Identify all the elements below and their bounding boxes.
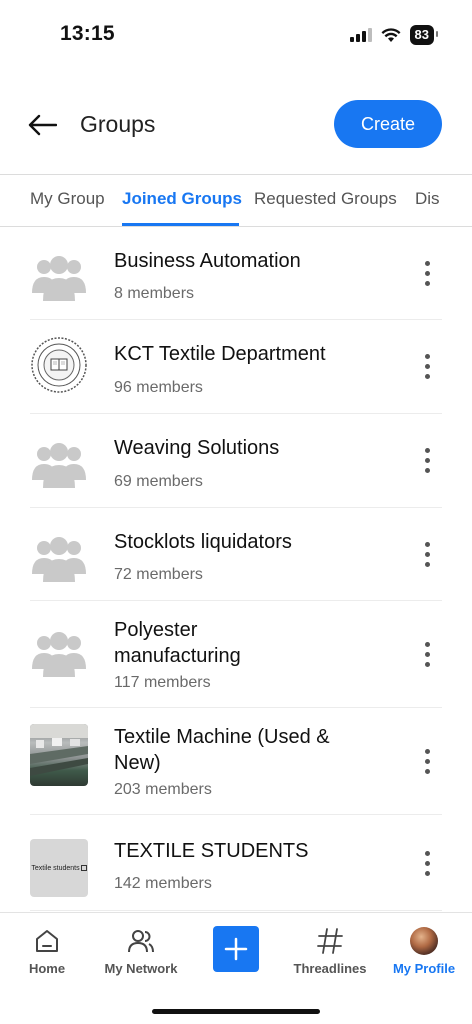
nav-threadlines[interactable]: Threadlines <box>285 925 375 976</box>
group-name: Textile Machine (Used & New) <box>114 726 330 774</box>
more-options-button[interactable] <box>412 440 442 480</box>
hashtag-icon <box>317 928 343 954</box>
college-seal-avatar <box>30 336 88 394</box>
more-options-button[interactable] <box>412 634 442 674</box>
more-options-button[interactable] <box>412 253 442 293</box>
group-name: Stocklots liquidators <box>114 531 292 553</box>
home-icon <box>36 930 58 952</box>
more-options-button[interactable] <box>412 346 442 386</box>
nav-threadlines-label: Threadlines <box>293 961 367 976</box>
nav-network-label: My Network <box>104 961 178 976</box>
create-post-button[interactable] <box>213 926 259 972</box>
group-member-count: 72 members <box>114 566 203 583</box>
more-options-button[interactable] <box>412 741 442 781</box>
arrow-left-icon <box>28 114 57 136</box>
active-tab-indicator <box>122 223 239 226</box>
list-item[interactable]: Weaving Solutions 69 members <box>30 414 442 508</box>
status-bar: 13:15 83 <box>0 0 472 70</box>
more-options-button[interactable] <box>412 534 442 574</box>
list-item[interactable]: Business Automation 8 members <box>30 227 442 320</box>
list-item[interactable]: KCT Textile Department 96 members <box>30 320 442 414</box>
status-time: 13:15 <box>60 22 115 45</box>
group-member-count: 8 members <box>114 285 195 302</box>
plus-icon <box>224 937 248 961</box>
status-icons: 83 <box>349 25 439 45</box>
text-image-avatar: Textile students <box>30 839 88 897</box>
back-button[interactable] <box>24 107 60 143</box>
machine-photo-avatar <box>30 724 88 786</box>
tab-requested-groups[interactable]: Requested Groups <box>254 189 397 209</box>
group-member-count: 117 members <box>114 674 211 691</box>
group-name: Weaving Solutions <box>114 437 280 459</box>
group-name: KCT Textile Department <box>114 343 326 365</box>
nav-home-label: Home <box>28 961 66 976</box>
group-name: Polyester manufacturing <box>114 619 241 667</box>
seal-logo <box>31 337 87 393</box>
profile-avatar <box>410 927 438 955</box>
tab-discover[interactable]: Dis <box>415 189 440 209</box>
group-placeholder-icon <box>30 621 88 679</box>
group-placeholder-icon <box>30 432 88 490</box>
group-tabs: My Group Joined Groups Requested Groups … <box>0 174 472 227</box>
list-item[interactable]: Textile students TEXTILE STUDENTS 142 me… <box>30 815 442 911</box>
list-item[interactable]: Textile Machine (Used & New) 203 members <box>30 708 442 815</box>
cellular-signal-icon <box>349 28 372 42</box>
tab-my-group[interactable]: My Group <box>30 189 105 209</box>
page-title: Groups <box>80 111 156 137</box>
list-item[interactable]: Stocklots liquidators 72 members <box>30 508 442 601</box>
nav-profile-label: My Profile <box>392 961 456 976</box>
nav-home[interactable]: Home <box>2 925 92 976</box>
bottom-navigation: Home My Network Threadlines My Profile <box>0 912 472 1024</box>
list-item[interactable]: Polyester manufacturing 117 members <box>30 601 442 708</box>
nav-my-network[interactable]: My Network <box>96 925 186 976</box>
create-group-button[interactable]: Create <box>334 100 442 148</box>
people-icon <box>128 930 154 953</box>
home-indicator <box>152 1009 320 1014</box>
group-member-count: 96 members <box>114 379 203 396</box>
group-member-count: 142 members <box>114 875 212 892</box>
group-member-count: 69 members <box>114 473 203 490</box>
wifi-icon <box>381 27 401 42</box>
page-header: Groups Create <box>0 95 472 155</box>
battery-indicator: 83 <box>409 25 439 45</box>
group-placeholder-icon <box>30 245 88 303</box>
group-placeholder-icon <box>30 526 88 584</box>
more-options-button[interactable] <box>412 843 442 883</box>
group-name: Business Automation <box>114 250 301 272</box>
tab-joined-groups[interactable]: Joined Groups <box>122 189 242 209</box>
group-name: TEXTILE STUDENTS <box>114 840 309 862</box>
group-member-count: 203 members <box>114 781 212 798</box>
nav-my-profile[interactable]: My Profile <box>379 925 469 976</box>
avatar-caption: Textile students <box>31 864 80 872</box>
